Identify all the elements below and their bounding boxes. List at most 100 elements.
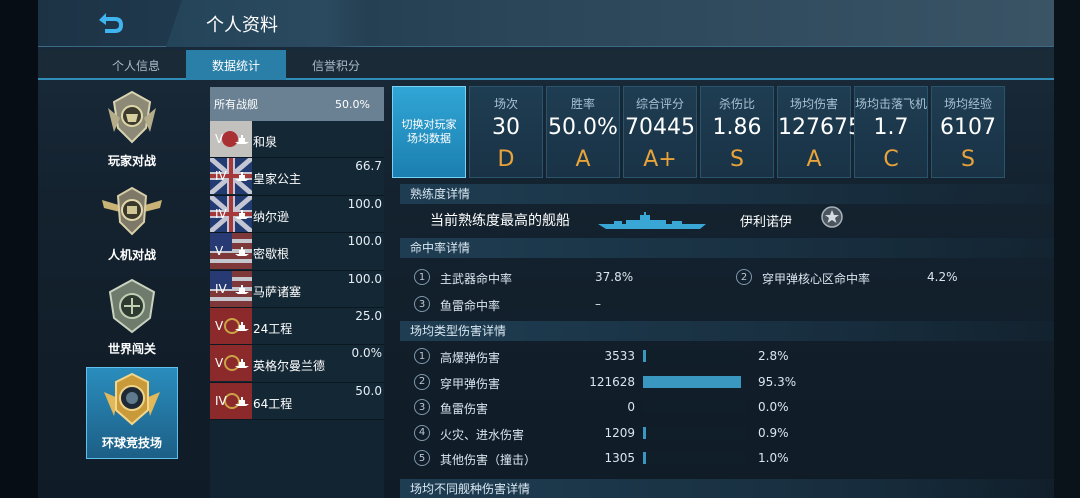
- mode-label: 世界闯关: [107, 342, 156, 356]
- stat-cell: 场均伤害 127675 A: [777, 86, 862, 178]
- mode-world-challenge[interactable]: 世界闯关: [86, 274, 178, 366]
- page-title: 个人资料: [206, 15, 278, 36]
- stat-grade: A: [806, 147, 822, 172]
- row-number-icon: 4: [414, 424, 430, 441]
- ship-tier: IV: [215, 206, 227, 221]
- damage-bar-fill: [643, 452, 646, 464]
- ship-row[interactable]: V 密歇根 100.0: [210, 233, 384, 271]
- tab-bar: 个人信息 数据统计 信誉积分: [38, 50, 1054, 80]
- damage-bar-track: [643, 401, 746, 413]
- ship-win-rate: 50.0: [355, 383, 382, 398]
- row-number-icon: 2: [414, 373, 430, 390]
- hit-rate-label: 主武器命中率: [440, 272, 513, 286]
- ship-win-rate: 66.7: [355, 159, 382, 174]
- damage-type-label: 穿甲弹伤害: [440, 376, 501, 391]
- damage-percent: 0.0%: [758, 400, 789, 414]
- ship-name: 64工程: [253, 396, 293, 411]
- stat-label: 场次: [493, 97, 518, 111]
- app-root: 个人资料 个人信息 数据统计 信誉积分 玩家对战 人机对战 世界闯关 环球竞技场…: [0, 0, 1080, 498]
- world-challenge-emblem-icon: [108, 278, 156, 334]
- star-badge-icon: [821, 206, 843, 228]
- stat-grade: A+: [643, 147, 677, 172]
- mode-pvp[interactable]: 玩家对战: [86, 86, 178, 178]
- ship-row[interactable]: IV 纳尔逊 100.0: [210, 195, 384, 234]
- row-number-icon: 5: [414, 450, 430, 466]
- ship-row[interactable]: V 和泉: [210, 121, 384, 159]
- ship-class-icon: [235, 247, 249, 257]
- stat-grade: D: [497, 147, 515, 172]
- tab-reputation[interactable]: 信誉积分: [286, 50, 386, 80]
- damage-bar-track: [643, 375, 746, 388]
- row-number-icon: 3: [414, 399, 430, 415]
- ship-class-icon: [235, 396, 249, 406]
- ship-list[interactable]: 所有战舰 50.0% V 和泉 IV 皇家公主 66.7 IV 纳尔逊 100.0 V 密歇根 10…: [210, 87, 384, 498]
- damage-type-header: 场均类型伤害详情: [400, 321, 1054, 341]
- mode-pve[interactable]: 人机对战: [86, 180, 178, 272]
- damage-value: 121628: [589, 374, 635, 389]
- hit-rate-value: 37.8%: [595, 270, 634, 284]
- ship-class-icon: [235, 321, 249, 331]
- mode-global-arena[interactable]: 环球竞技场: [86, 367, 178, 459]
- tab-data-stats[interactable]: 数据统计: [186, 50, 286, 80]
- damage-type-label: 火灾、进水伤害: [440, 427, 525, 442]
- stat-value: 1.7: [873, 115, 909, 140]
- pve-emblem-icon: [102, 186, 162, 236]
- global-arena-emblem-icon: [104, 372, 160, 426]
- damage-value: 1209: [604, 425, 635, 440]
- stat-value: 127675: [778, 115, 862, 140]
- proficiency-ship-name: 伊利诺伊: [740, 215, 793, 230]
- ship-class-icon: [235, 135, 249, 144]
- back-button[interactable]: [93, 7, 173, 41]
- ship-name: 皇家公主: [253, 172, 302, 187]
- stat-label: 杀伤比: [718, 97, 755, 111]
- mode-label: 环球竞技场: [101, 436, 162, 450]
- ship-win-rate: 100.0: [347, 196, 382, 211]
- row-number-icon: 3: [414, 296, 430, 312]
- damage-percent: 0.9%: [758, 425, 789, 440]
- stat-label: 综合评分: [635, 97, 684, 111]
- ship-all-value: 50.0%: [335, 97, 370, 111]
- mode-label: 人机对战: [107, 248, 156, 262]
- hit-rate-value: 4.2%: [927, 270, 958, 284]
- damage-value: 3533: [604, 349, 635, 363]
- row-number-icon: 2: [736, 269, 752, 285]
- hit-rate-label: 穿甲弹核心区命中率: [762, 272, 871, 286]
- ship-all-label: 所有战舰: [214, 98, 258, 111]
- ship-row[interactable]: IV 64工程 50.0: [210, 382, 384, 421]
- stat-value: 70445: [625, 115, 695, 140]
- damage-percent: 1.0%: [758, 451, 789, 465]
- ship-win-rate: 100.0: [347, 234, 382, 249]
- ship-tier: V: [215, 318, 224, 333]
- pvp-emblem-icon: [108, 90, 156, 144]
- stat-value: 6107: [940, 115, 996, 140]
- stat-grade: S: [961, 147, 975, 172]
- ship-row[interactable]: V 英格尔曼兰德 0.0%: [210, 345, 384, 383]
- hit-rate-header: 命中率详情: [400, 238, 1054, 258]
- ship-class-icon: [235, 172, 249, 182]
- damage-value: 1305: [604, 451, 635, 465]
- mode-sidebar: 玩家对战 人机对战 世界闯关 环球竞技场: [86, 86, 178, 459]
- damage-percent: 95.3%: [758, 374, 797, 389]
- hit-rate-label: 鱼雷命中率: [440, 299, 501, 313]
- ship-tier: IV: [215, 393, 227, 408]
- ship-class-icon: [235, 359, 249, 369]
- ship-row[interactable]: IV 皇家公主 66.7: [210, 158, 384, 196]
- damage-bar-track: [643, 452, 746, 464]
- ship-all-row[interactable]: 所有战舰 50.0%: [210, 87, 384, 121]
- ship-row[interactable]: IV 马萨诸塞 100.0: [210, 270, 384, 308]
- damage-value: 0: [627, 400, 635, 414]
- damage-type-label: 鱼雷伤害: [440, 402, 489, 416]
- tab-personal-info[interactable]: 个人信息: [86, 50, 186, 80]
- stat-cell: 杀伤比 1.86 S: [700, 86, 774, 178]
- damage-type-label: 其他伤害（撞击）: [440, 453, 537, 467]
- stat-cell: 场均击落飞机 1.7 C: [854, 86, 928, 178]
- switch-player-avg-button[interactable]: 切换对玩家场均数据: [392, 86, 466, 178]
- stat-grade: A: [575, 147, 591, 172]
- stat-label: 场均经验: [943, 97, 992, 111]
- ship-row[interactable]: V 24工程 25.0: [210, 307, 384, 346]
- ship-tier: V: [215, 244, 224, 259]
- ship-win-rate: 0.0%: [351, 346, 383, 361]
- stat-label: 胜率: [570, 97, 595, 111]
- stat-cell: 场次 30 D: [469, 86, 543, 178]
- damage-bar-track: [643, 350, 746, 362]
